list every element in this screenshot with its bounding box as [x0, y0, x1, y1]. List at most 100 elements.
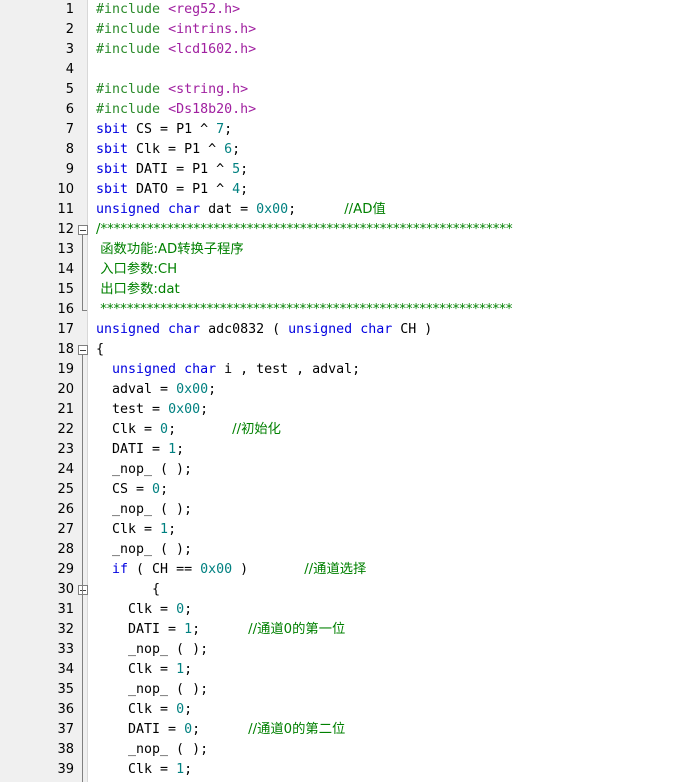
code-line[interactable]: 36 Clk = 0; — [0, 700, 674, 720]
code-line[interactable]: 18 { — [0, 340, 674, 360]
code-line[interactable]: 14 入口参数:CH — [0, 260, 674, 280]
code-text[interactable]: #include <intrins.h> — [96, 20, 256, 40]
code-text[interactable]: if ( CH == 0x00 ) //通道选择 — [96, 560, 366, 580]
code-text[interactable]: Clk = 0; — [96, 700, 192, 720]
code-text[interactable]: Clk = 1; — [96, 760, 192, 780]
code-line[interactable]: 17 unsigned char adc0832 ( unsigned char … — [0, 320, 674, 340]
code-line[interactable]: 31 Clk = 0; — [0, 600, 674, 620]
code-text[interactable]: 入口参数:CH — [96, 260, 177, 280]
code-token-id: ; — [160, 482, 169, 497]
code-line[interactable]: 9 sbit DATI = P1 ^ 5; — [0, 160, 674, 180]
code-text[interactable]: unsigned char dat = 0x00; //AD值 — [96, 200, 386, 220]
code-text[interactable]: Clk = 1; — [96, 520, 176, 540]
code-line[interactable]: 12 /*************************************… — [0, 220, 674, 240]
code-text[interactable]: _nop_ ( ); — [96, 540, 192, 560]
code-text[interactable]: Clk = 1; — [96, 660, 192, 680]
code-line[interactable]: 25 CS = 0; — [0, 480, 674, 500]
code-line[interactable]: 37 DATI = 0; //通道0的第二位 — [0, 720, 674, 740]
line-number: 10 — [57, 182, 74, 197]
code-text[interactable]: sbit Clk = P1 ^ 6; — [96, 140, 240, 160]
code-text[interactable]: _nop_ ( ); — [96, 740, 208, 760]
code-text[interactable]: 出口参数:dat — [96, 280, 180, 300]
code-text[interactable]: _nop_ ( ); — [96, 640, 208, 660]
code-text[interactable]: unsigned char i , test , adval; — [96, 360, 360, 380]
code-line[interactable]: 7 sbit CS = P1 ^ 7; — [0, 120, 674, 140]
code-line[interactable]: 39 Clk = 1; — [0, 760, 674, 780]
fold-collapse-icon[interactable] — [78, 225, 88, 235]
code-text[interactable]: sbit DATI = P1 ^ 5; — [96, 160, 248, 180]
line-number: 23 — [57, 442, 74, 457]
code-line[interactable]: 6 #include <Ds18b20.h> — [0, 100, 674, 120]
code-line[interactable]: 27 Clk = 1; — [0, 520, 674, 540]
code-text[interactable]: { — [96, 580, 160, 600]
code-line[interactable]: 3 #include <lcd1602.h> — [0, 40, 674, 60]
code-text[interactable]: Clk = 0; — [96, 600, 192, 620]
code-line[interactable]: 4 — [0, 60, 674, 80]
code-token-inc: <lcd1602.h> — [168, 42, 257, 57]
line-number: 20 — [57, 382, 74, 397]
code-line[interactable]: 33 _nop_ ( ); — [0, 640, 674, 660]
code-text[interactable]: 函数功能:AD转换子程序 — [96, 240, 244, 260]
code-line[interactable]: 11 unsigned char dat = 0x00; //AD值 — [0, 200, 674, 220]
code-text[interactable]: _nop_ ( ); — [96, 500, 192, 520]
code-line[interactable]: 34 Clk = 1; — [0, 660, 674, 680]
fold-collapse-icon[interactable] — [78, 345, 88, 355]
code-line[interactable]: 10 sbit DATO = P1 ^ 4; — [0, 180, 674, 200]
code-token-cm: 出口参数:dat — [96, 282, 180, 297]
code-line[interactable]: 5 #include <string.h> — [0, 80, 674, 100]
code-line[interactable]: 13 函数功能:AD转换子程序 — [0, 240, 674, 260]
code-token-id: ; — [168, 522, 177, 537]
code-token-id: DATI = — [96, 722, 185, 737]
line-number: 11 — [57, 202, 74, 217]
code-line[interactable]: 19 unsigned char i , test , adval; — [0, 360, 674, 380]
code-token-inc: <reg52.h> — [168, 2, 241, 17]
code-text[interactable]: sbit DATO = P1 ^ 4; — [96, 180, 248, 200]
code-line[interactable]: 22 Clk = 0; //初始化 — [0, 420, 674, 440]
code-text[interactable]: test = 0x00; — [96, 400, 208, 420]
code-token-cm: //通道0的第一位 — [248, 622, 346, 637]
code-line[interactable]: 29 if ( CH == 0x00 ) //通道选择 — [0, 560, 674, 580]
code-line[interactable]: 21 test = 0x00; — [0, 400, 674, 420]
code-line[interactable]: 26 _nop_ ( ); — [0, 500, 674, 520]
code-line[interactable]: 16 *************************************… — [0, 300, 674, 320]
code-line[interactable]: 32 DATI = 1; //通道0的第一位 — [0, 620, 674, 640]
code-text[interactable]: DATI = 0; //通道0的第二位 — [96, 720, 345, 740]
code-text[interactable]: #include <reg52.h> — [96, 0, 240, 20]
code-token-id: i , test , adval; — [216, 362, 361, 377]
code-line[interactable]: 8 sbit Clk = P1 ^ 6; — [0, 140, 674, 160]
code-token-cm: 函数功能:AD转换子程序 — [96, 242, 244, 257]
code-line[interactable]: 35 _nop_ ( ); — [0, 680, 674, 700]
code-line[interactable]: 20 adval = 0x00; — [0, 380, 674, 400]
code-editor[interactable]: 1 #include <reg52.h> 2 #include <intrins.h>… — [0, 0, 674, 782]
code-text[interactable]: #include <string.h> — [96, 80, 248, 100]
code-line[interactable]: 30 { — [0, 580, 674, 600]
code-text[interactable]: DATI = 1; //通道0的第一位 — [96, 620, 345, 640]
fold-collapse-icon[interactable] — [78, 585, 88, 595]
code-text[interactable]: #include <Ds18b20.h> — [96, 100, 256, 120]
code-text[interactable]: Clk = 0; //初始化 — [96, 420, 281, 440]
code-text[interactable]: _nop_ ( ); — [96, 460, 192, 480]
line-number: 30 — [57, 582, 74, 597]
code-line[interactable]: 23 DATI = 1; — [0, 440, 674, 460]
line-number: 16 — [57, 302, 74, 317]
code-token-id: adval = — [96, 382, 177, 397]
code-text[interactable]: unsigned char adc0832 ( unsigned char CH… — [96, 320, 432, 340]
code-text[interactable]: _nop_ ( ); — [96, 680, 208, 700]
code-text[interactable]: ****************************************… — [96, 300, 512, 320]
fold-guide-line — [82, 235, 83, 310]
code-line[interactable]: 1 #include <reg52.h> — [0, 0, 674, 20]
code-line[interactable]: 28 _nop_ ( ); — [0, 540, 674, 560]
code-line[interactable]: 15 出口参数:dat — [0, 280, 674, 300]
code-text[interactable]: #include <lcd1602.h> — [96, 40, 256, 60]
code-text[interactable]: { — [96, 340, 104, 360]
code-line[interactable]: 38 _nop_ ( ); — [0, 740, 674, 760]
code-text[interactable]: DATI = 1; — [96, 440, 184, 460]
code-text[interactable]: /***************************************… — [96, 220, 513, 240]
code-text[interactable]: CS = 0; — [96, 480, 168, 500]
code-token-num: 0 — [176, 702, 185, 717]
code-text[interactable]: sbit CS = P1 ^ 7; — [96, 120, 232, 140]
code-line[interactable]: 2 #include <intrins.h> — [0, 20, 674, 40]
code-text[interactable]: adval = 0x00; — [96, 380, 216, 400]
code-token-kw: unsigned char — [288, 322, 393, 337]
code-line[interactable]: 24 _nop_ ( ); — [0, 460, 674, 480]
